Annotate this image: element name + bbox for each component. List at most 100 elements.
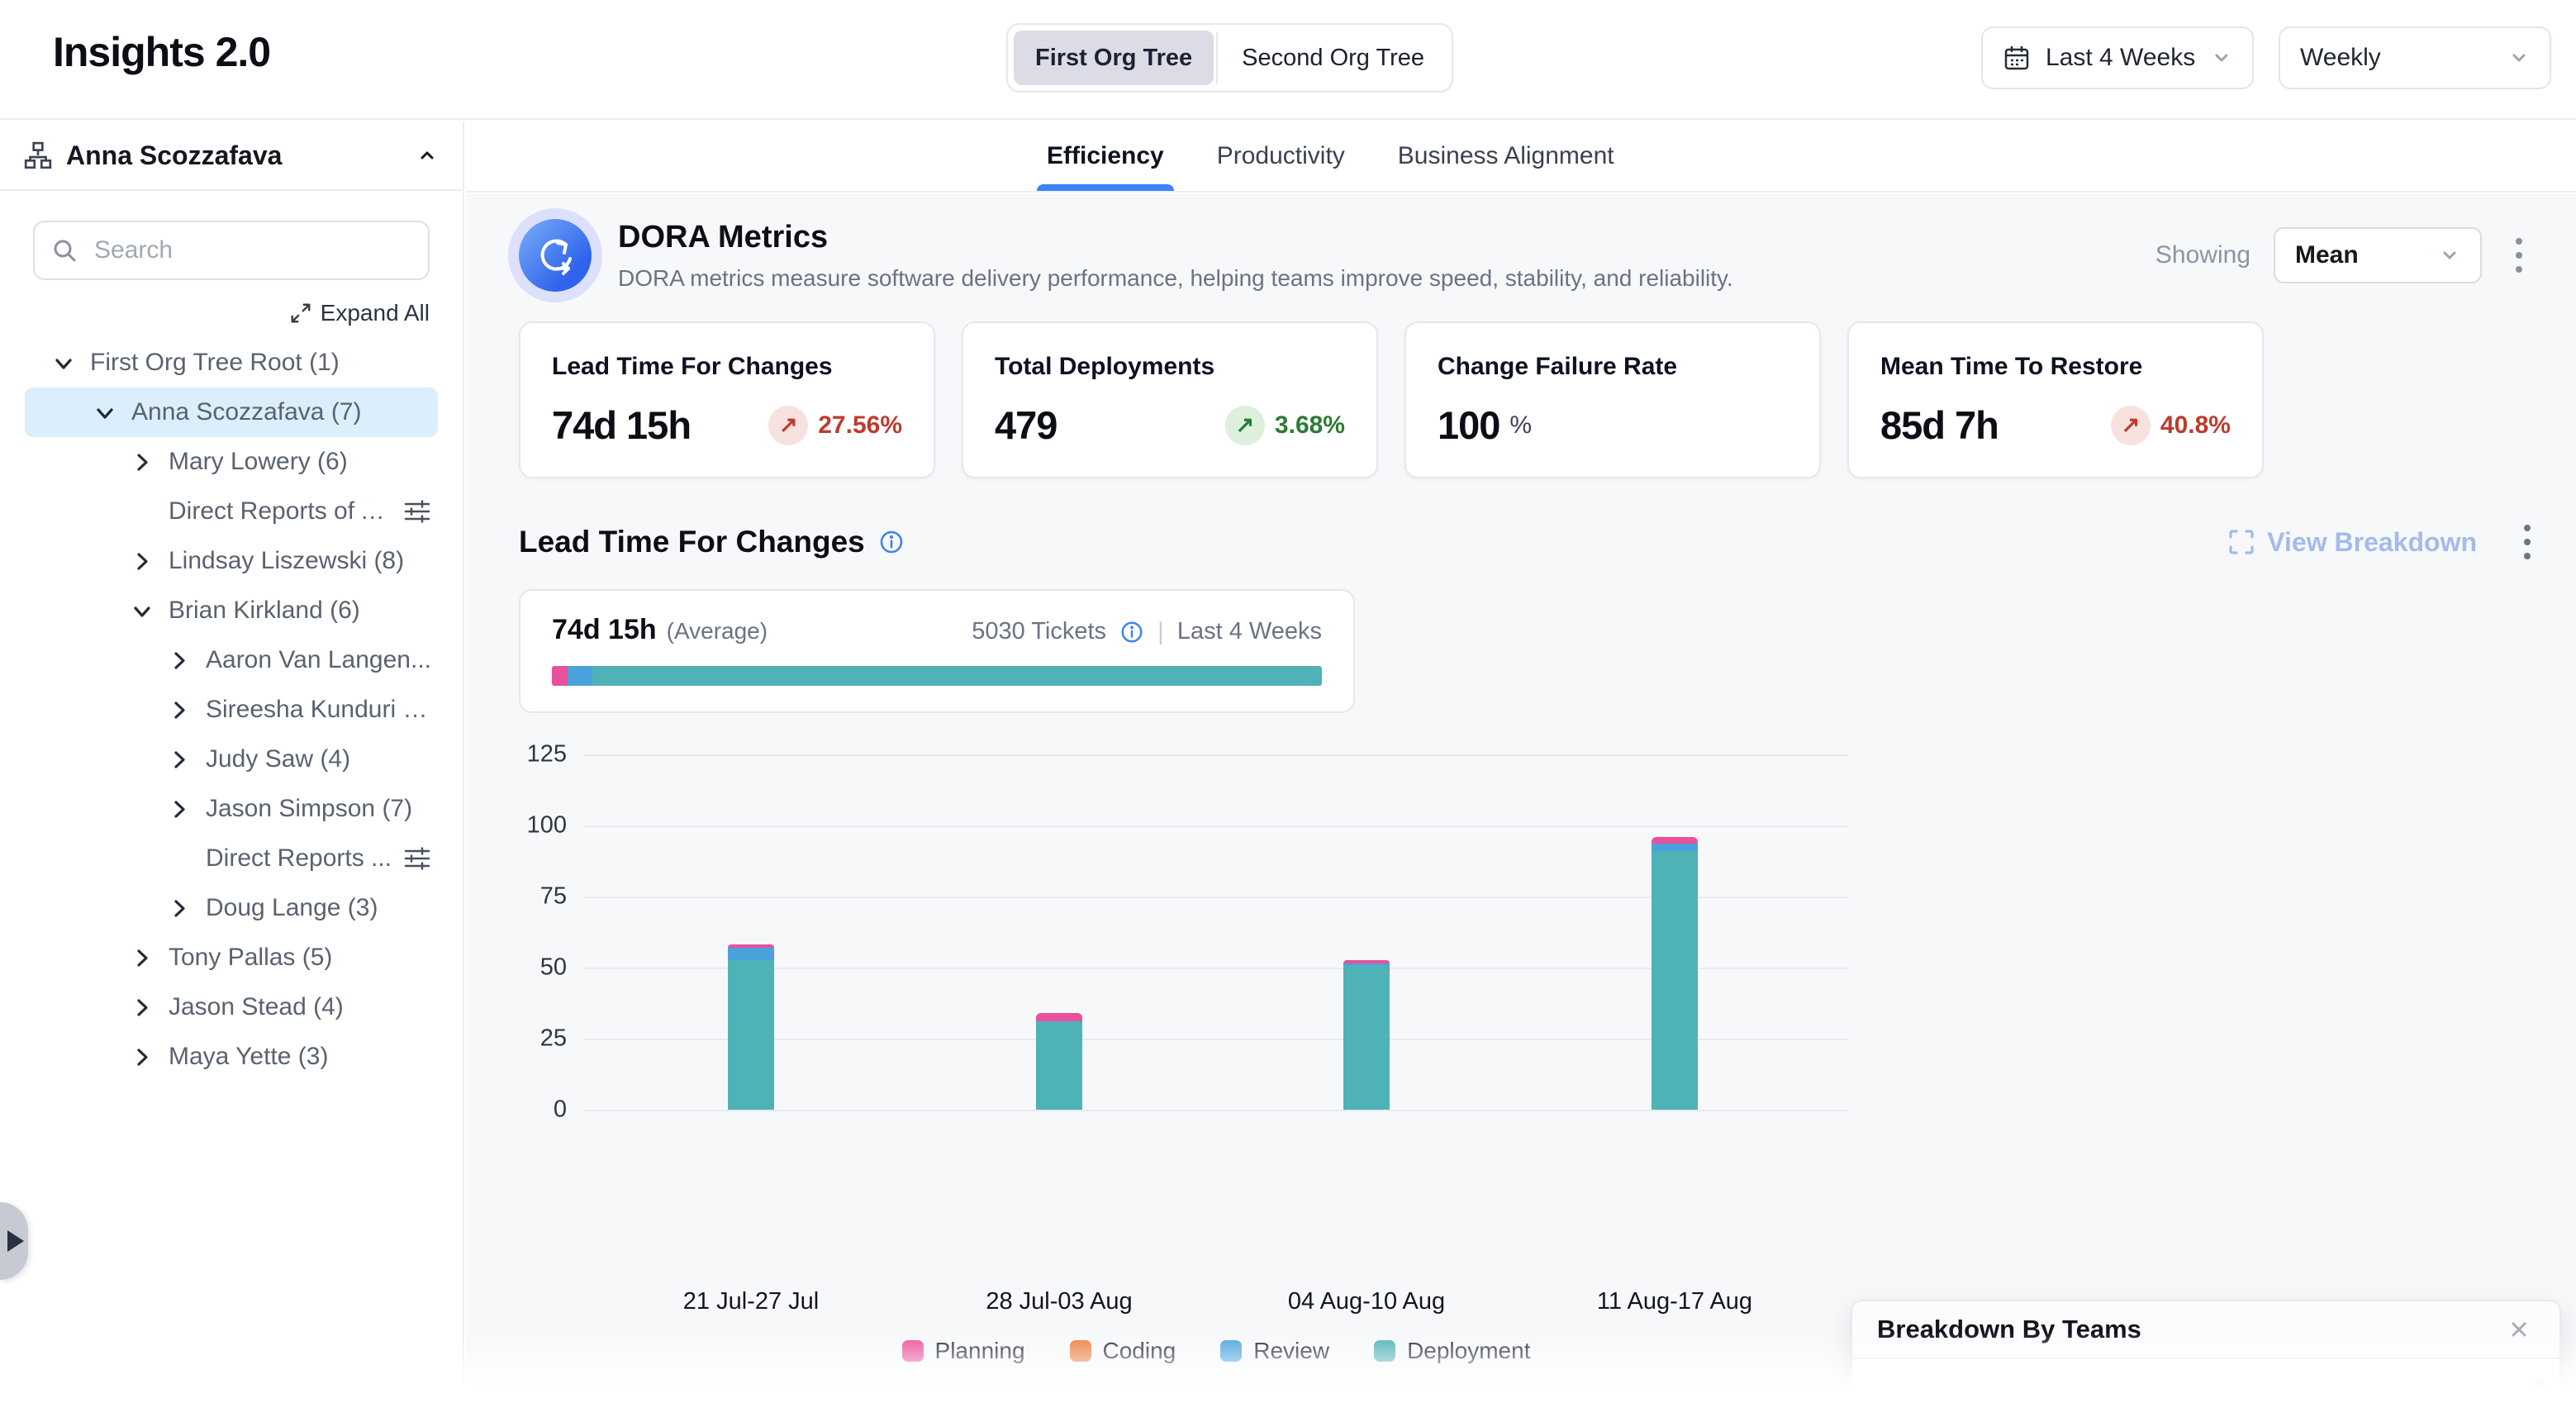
breakdown-panel-title: Breakdown By Teams	[1877, 1315, 2503, 1344]
tree-item-label: Sireesha Kunduri (7)	[206, 696, 431, 724]
breakdown-team-link[interactable]: Brian Kirkland	[1882, 1396, 2507, 1403]
org-toggle-divider	[1216, 32, 1218, 83]
dora-title: DORA Metrics	[618, 220, 1733, 255]
close-icon[interactable]	[2503, 1314, 2535, 1345]
tree-item[interactable]: Lindsay Liszewski (8)	[25, 536, 438, 586]
legend-label: Deployment	[1407, 1338, 1530, 1364]
chevron-right-icon[interactable]	[124, 996, 159, 1019]
chevron-right-icon[interactable]	[161, 897, 196, 920]
chart-legend: Planning Coding Review Deployment	[583, 1338, 1849, 1364]
tree-item[interactable]: Direct Reports ...	[25, 834, 438, 883]
tree-item[interactable]: Aaron Van Langen...	[25, 635, 438, 685]
lead-time-section-title: Lead Time For Changes	[519, 525, 865, 559]
showing-value: Mean	[2295, 241, 2359, 269]
tab-productivity[interactable]: Productivity	[1217, 121, 1345, 191]
chevron-right-icon[interactable]	[124, 947, 159, 969]
showing-mean-select[interactable]: Mean	[2274, 227, 2482, 283]
tree-item[interactable]: Maya Yette (3)	[25, 1032, 438, 1082]
expand-all-label: Expand All	[321, 300, 430, 326]
legend-swatch-coding	[1070, 1340, 1091, 1362]
chart-gridline	[583, 825, 1849, 827]
legend-swatch-deployment	[1374, 1340, 1395, 1362]
date-range-dropdown[interactable]: Last 4 Weeks	[1981, 26, 2254, 89]
chevron-right-icon[interactable]	[124, 550, 159, 573]
tree-item[interactable]: Judy Saw (4)	[25, 735, 438, 784]
metric-card: Lead Time For Changes74d 15h↗27.56%	[519, 321, 935, 478]
org-tree-toggle: First Org TreeSecond Org Tree	[1006, 23, 1453, 93]
chart-xlabel: 21 Jul-27 Jul	[683, 1288, 819, 1315]
chevron-down-icon[interactable]	[87, 402, 121, 424]
legend-item-planning[interactable]: Planning	[902, 1338, 1025, 1364]
tree-item-label: Aaron Van Langen...	[206, 646, 431, 674]
expand-all-button[interactable]: Expand All	[289, 300, 430, 326]
granularity-dropdown[interactable]: Weekly	[2279, 26, 2551, 89]
chevron-right-icon[interactable]	[124, 451, 159, 473]
tree-item[interactable]: Tony Pallas (5)	[25, 933, 438, 982]
metric-card-delta-value: 3.68%	[1275, 411, 1345, 440]
legend-item-review[interactable]: Review	[1220, 1338, 1329, 1364]
metric-card-title: Total Deployments	[995, 353, 1345, 381]
legend-label: Review	[1253, 1338, 1329, 1364]
main-area: Efficiency Productivity Business Alignment…	[466, 121, 2576, 1403]
dora-kebab-menu-icon[interactable]	[2505, 230, 2533, 281]
chevron-right-icon[interactable]	[161, 649, 196, 672]
tab-business-alignment[interactable]: Business Alignment	[1398, 121, 1614, 191]
sliders-filter-icon[interactable]	[403, 499, 431, 524]
tree-item-label: Doug Lange (3)	[206, 894, 378, 922]
tree-item-label: Direct Reports ...	[206, 844, 392, 873]
collapse-chevron-up-icon[interactable]	[415, 143, 440, 168]
tree-item[interactable]: Direct Reports of A...	[25, 487, 438, 536]
expand-corners-icon	[2227, 528, 2255, 556]
lead-time-kebab-menu-icon[interactable]	[2513, 516, 2541, 568]
metric-card: Mean Time To Restore85d 7h↗40.8%	[1847, 321, 2264, 478]
org-chart-icon	[23, 140, 53, 170]
org-tree: First Org Tree Root (1)Anna Scozzafava (…	[0, 338, 463, 1082]
tree-item-label: Jason Simpson (7)	[206, 795, 412, 823]
tree-item[interactable]: Jason Stead (4)	[25, 982, 438, 1032]
chevron-right-icon[interactable]	[161, 699, 196, 721]
tree-item[interactable]: Sireesha Kunduri (7)	[25, 685, 438, 735]
chart-ytick: 125	[519, 741, 567, 768]
metric-card-value: 100	[1438, 402, 1499, 448]
chart-gridline	[583, 754, 1849, 756]
chevron-down-icon[interactable]	[124, 600, 159, 622]
tree-item[interactable]: First Org Tree Root (1)	[25, 338, 438, 388]
tree-item[interactable]: Mary Lowery (6)	[25, 437, 438, 487]
chevron-down-icon[interactable]	[45, 352, 80, 374]
sliders-filter-icon[interactable]	[403, 846, 431, 871]
summary-tickets: 5030 Tickets	[972, 618, 1106, 645]
chart-ytick: 25	[519, 1025, 567, 1053]
tree-item[interactable]: Jason Simpson (7)	[25, 784, 438, 834]
tree-item[interactable]: Doug Lange (3)	[25, 883, 438, 933]
metric-card-delta: ↗3.68%	[1225, 406, 1345, 445]
org-toggle-option[interactable]: Second Org Tree	[1220, 31, 1446, 85]
tab-efficiency[interactable]: Efficiency	[1047, 121, 1164, 191]
tree-item[interactable]: Brian Kirkland (6)	[25, 586, 438, 635]
metric-card-title: Lead Time For Changes	[552, 353, 902, 381]
chevron-right-icon[interactable]	[161, 798, 196, 820]
tree-item-label: Judy Saw (4)	[206, 745, 350, 773]
org-toggle-option[interactable]: First Org Tree	[1014, 31, 1214, 85]
chart-bar-planning	[1343, 960, 1390, 963]
lead-time-summary-card: 74d 15h (Average) 5030 Tickets | Last 4 …	[519, 589, 1355, 713]
info-icon[interactable]	[878, 529, 905, 555]
legend-item-coding[interactable]: Coding	[1070, 1338, 1176, 1364]
tree-item-label: Brian Kirkland (6)	[169, 597, 360, 625]
info-icon[interactable]	[1119, 620, 1144, 644]
chevron-right-icon[interactable]	[124, 1046, 159, 1068]
chevron-down-icon	[2439, 245, 2460, 266]
chevron-right-icon[interactable]	[161, 749, 196, 771]
legend-item-deployment[interactable]: Deployment	[1374, 1338, 1530, 1364]
sidebar-header: Anna Scozzafava	[0, 121, 463, 191]
app-title: Insights 2.0	[53, 28, 270, 76]
tree-item-label: Direct Reports of A...	[169, 497, 393, 526]
breakdown-scrollbar-thumb[interactable]	[2533, 1381, 2546, 1403]
tree-item[interactable]: Anna Scozzafava (7)	[25, 388, 438, 437]
search-icon	[51, 237, 79, 265]
chart-bar-planning	[1652, 837, 1698, 844]
view-breakdown-button[interactable]: View Breakdown	[2227, 527, 2477, 558]
metric-cards-row: Lead Time For Changes74d 15h↗27.56% Total…	[519, 321, 2576, 478]
search-input[interactable]	[33, 221, 430, 280]
chart-bar-deployment	[1652, 851, 1698, 1110]
summary-phase-bar	[552, 666, 1322, 686]
